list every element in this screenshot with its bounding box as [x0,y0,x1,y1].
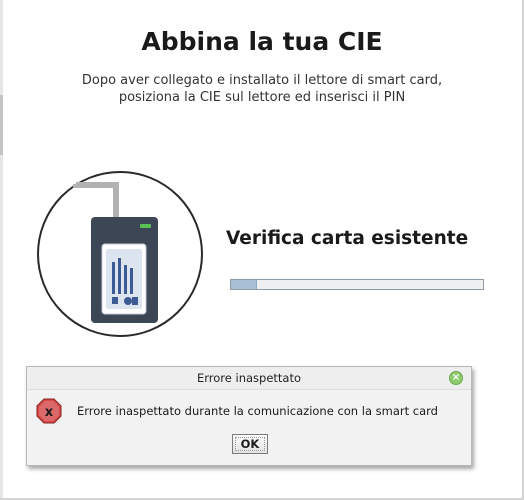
progress-bar-fill [231,280,258,289]
window-left-accent [0,95,3,155]
ok-button[interactable]: OK [232,434,268,454]
error-message: Errore inaspettato durante la comunicazi… [77,404,438,418]
status-label: Verifica carta esistente [226,228,469,249]
instruction-line-2: posiziona la CIE sul lettore ed inserisc… [118,90,406,105]
instruction-line-1: Dopo aver collegato e installato il lett… [81,73,443,88]
page-title: Abbina la tua CIE [141,27,383,56]
error-icon: x [36,398,62,424]
progress-bar [230,279,484,290]
error-icon-glyph: x [45,405,54,420]
dialog-close-button[interactable]: × [449,371,463,385]
window-left-border [0,0,3,500]
dialog-title: Errore inaspettato [196,371,302,385]
page-instructions: Dopo aver collegato e installato il lett… [60,72,464,106]
error-dialog: Errore inaspettato × x Errore inaspettat… [26,366,472,466]
card-reader-illustration [36,170,206,340]
close-icon: × [451,372,461,383]
dialog-titlebar[interactable]: Errore inaspettato × [27,367,471,390]
